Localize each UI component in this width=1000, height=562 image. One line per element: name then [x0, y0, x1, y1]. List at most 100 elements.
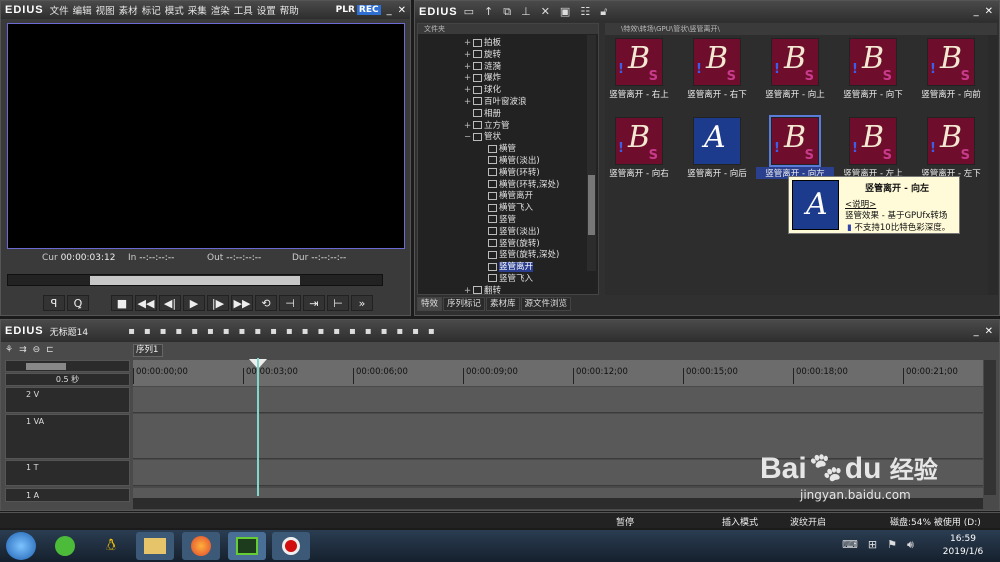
expand-icon[interactable]: +	[464, 286, 471, 294]
record-icon[interactable]: ▪	[412, 326, 419, 337]
menu-item[interactable]: 采集	[188, 6, 207, 17]
meter-icon[interactable]: ▪	[396, 326, 403, 337]
bin-tab[interactable]: 素材库	[486, 297, 520, 311]
ripple-mode[interactable]: 波纹开启	[790, 515, 826, 528]
qq-icon[interactable]: 🐧︎	[92, 532, 130, 560]
tree-folder[interactable]: − 管状	[418, 132, 598, 144]
keyframe-icon[interactable]: ▪	[317, 326, 324, 337]
effect-thumbnail[interactable]: B! S	[849, 38, 897, 86]
volume-icon[interactable]: 🔊︎	[907, 538, 914, 552]
scrub-bar[interactable]	[7, 274, 383, 286]
tree-scrollbar[interactable]	[587, 35, 596, 271]
trim-icon[interactable]: ▪	[254, 326, 261, 337]
minimize-icon[interactable]: _	[387, 5, 392, 16]
tree-item[interactable]: 横管	[418, 144, 598, 156]
tree-item[interactable]: 竖管(淡出)	[418, 227, 598, 239]
effect-thumbnail[interactable]: B! S	[849, 117, 897, 165]
capture-icon[interactable]: ▪	[144, 326, 151, 337]
mic-icon[interactable]: ▪	[349, 326, 356, 337]
play-icon[interactable]: ▶	[183, 295, 205, 311]
rec-toggle[interactable]: REC	[356, 5, 381, 15]
up-icon[interactable]: ↑	[484, 5, 493, 18]
expand-icon[interactable]: −	[464, 132, 471, 144]
tree-item[interactable]: 竖管飞入	[418, 274, 598, 286]
tree-item[interactable]: 竖管(旋转)	[418, 239, 598, 251]
tree-folder[interactable]: 相册	[418, 109, 598, 121]
track-header[interactable]: 1 VA	[5, 414, 130, 459]
explorer-icon[interactable]	[136, 532, 174, 560]
step-back-icon[interactable]: ◀|	[159, 295, 181, 311]
properties-icon[interactable]: ▣	[560, 5, 570, 18]
tree-item[interactable]: 竖管(旋转,深处)	[418, 250, 598, 262]
effect-label[interactable]: 竖管离开 - 向前	[912, 88, 990, 100]
time-scale[interactable]: 0.5 秒	[5, 373, 130, 386]
sequence-tab[interactable]: 序列1	[133, 344, 163, 357]
menu-item[interactable]: 文件	[50, 6, 69, 17]
track-header[interactable]: 1 A	[5, 488, 130, 502]
effect-thumbnail[interactable]: B! S	[927, 117, 975, 165]
paste-icon[interactable]: ▪	[223, 326, 230, 337]
effect-label[interactable]: 竖管离开 - 向上	[756, 88, 834, 100]
bin-minimize-icon[interactable]: _	[974, 6, 979, 17]
effect-thumbnail[interactable]: B! S	[769, 115, 821, 167]
track-lane[interactable]	[133, 387, 983, 413]
tree-folder[interactable]: + 立方管	[418, 121, 598, 133]
effect-thumbnail[interactable]: B! S	[927, 38, 975, 86]
insert-icon[interactable]: ⊣	[279, 295, 301, 311]
effect-thumbnail[interactable]: B! S	[693, 38, 741, 86]
redo-icon[interactable]: ▪	[286, 326, 293, 337]
menu-item[interactable]: 设置	[257, 6, 276, 17]
audio-mixer-icon[interactable]: ▪	[365, 326, 372, 337]
rewind-icon[interactable]: ◀◀	[135, 295, 157, 311]
insert-mode[interactable]: 插入模式	[722, 515, 758, 528]
layout-icon[interactable]: ▪	[428, 326, 435, 337]
bin-tab[interactable]: 特效	[417, 297, 443, 311]
tree-folder[interactable]: + 拍板	[418, 38, 598, 50]
network-icon[interactable]: ⊞	[868, 538, 877, 552]
tree-item[interactable]: 横管(环转)	[418, 168, 598, 180]
title-icon[interactable]: ▪	[333, 326, 340, 337]
firefox-icon[interactable]	[182, 532, 220, 560]
tree-folder[interactable]: + 旋转	[418, 50, 598, 62]
track-header[interactable]: 2 V	[5, 387, 130, 413]
effect-label[interactable]: 竖管离开 - 向右	[600, 167, 678, 179]
app-360-icon[interactable]	[46, 532, 84, 560]
transfer-icon[interactable]: ⊥	[521, 5, 531, 18]
menu-item[interactable]: 视图	[96, 6, 115, 17]
effect-label[interactable]: 竖管离开 - 右下	[678, 88, 756, 100]
lock-icon[interactable]: 🔓︎	[600, 5, 607, 19]
copy-icon[interactable]: ▪	[207, 326, 214, 337]
link-icon[interactable]: ▪	[239, 326, 246, 337]
sync-icon[interactable]: ⊏	[46, 345, 54, 359]
flag-icon[interactable]: ⚑	[887, 538, 897, 552]
fast-forward-icon[interactable]: ▶▶	[231, 295, 253, 311]
view-icon[interactable]: ☷	[580, 5, 590, 18]
delete-icon[interactable]: ✕	[541, 5, 550, 18]
loop-icon[interactable]: ⟲	[255, 295, 277, 311]
effect-thumbnail[interactable]: B! S	[615, 38, 663, 86]
menu-item[interactable]: 帮助	[280, 6, 299, 17]
mode-icon-2[interactable]: ⇉	[19, 345, 27, 359]
folder-icon[interactable]: ▭	[464, 5, 474, 18]
record-icon[interactable]	[272, 532, 310, 560]
tree-folder[interactable]: + 百叶窗波浪	[418, 97, 598, 109]
effect-thumbnail[interactable]: B! S	[771, 38, 819, 86]
keyboard-icon[interactable]: ⌨︎	[842, 538, 858, 552]
close-icon[interactable]: ✕	[398, 5, 406, 16]
menu-item[interactable]: 素材	[119, 6, 138, 17]
menu-item[interactable]: 模式	[165, 6, 184, 17]
step-forward-icon[interactable]: |▶	[207, 295, 229, 311]
undo-icon[interactable]: ▪	[270, 326, 277, 337]
render-icon[interactable]: ▪	[175, 326, 182, 337]
tree-item[interactable]: 横管离开	[418, 191, 598, 203]
tree-item[interactable]: 竖管	[418, 215, 598, 227]
expand-icon[interactable]: +	[464, 38, 471, 50]
grid-scrollbar[interactable]	[988, 35, 998, 295]
tree-item[interactable]: 横管飞入	[418, 203, 598, 215]
playhead-line[interactable]	[257, 358, 259, 496]
menu-item[interactable]: 渲染	[211, 6, 230, 17]
menu-item[interactable]: 工具	[234, 6, 253, 17]
more-icon[interactable]: »	[351, 295, 373, 311]
bin-close-icon[interactable]: ✕	[985, 6, 993, 17]
tl-minimize-icon[interactable]: _	[974, 326, 979, 337]
